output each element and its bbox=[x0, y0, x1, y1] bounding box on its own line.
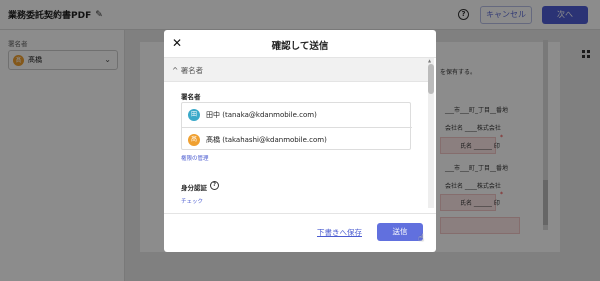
check-link[interactable]: チェック bbox=[181, 197, 203, 205]
send-button[interactable]: 送信 bbox=[377, 223, 423, 241]
modal-scroll-thumb[interactable] bbox=[428, 64, 434, 94]
list-item: 田 田中 (tanaka@kdanmobile.com) bbox=[182, 103, 412, 127]
signers-header: 署名者 bbox=[181, 93, 201, 101]
signer-text: 田中 (tanaka@kdanmobile.com) bbox=[206, 111, 317, 119]
signer-section-toggle[interactable]: ^ 署名者 bbox=[164, 58, 428, 82]
scroll-up-arrow-icon[interactable]: ▲ bbox=[428, 58, 431, 63]
modal-header: 確認して送信 ✕ bbox=[164, 30, 436, 58]
footer-divider bbox=[164, 213, 436, 214]
section-label-text: 署名者 bbox=[180, 66, 204, 75]
list-item: 髙 髙橋 (takahashi@kdanmobile.com) bbox=[182, 127, 412, 151]
chevron-up-icon: ^ bbox=[172, 66, 179, 75]
close-icon[interactable]: ✕ bbox=[172, 36, 182, 50]
confirm-send-modal: 確認して送信 ✕ ^ 署名者 署名者 田 田中 (tanaka@kdanmobi… bbox=[164, 30, 436, 252]
help-icon[interactable]: ? bbox=[210, 181, 219, 190]
hand-cursor-icon: ☝ bbox=[418, 233, 425, 244]
signer-text: 髙橋 (takahashi@kdanmobile.com) bbox=[206, 135, 327, 144]
modal-title: 確認して送信 bbox=[271, 41, 329, 52]
section-label: ^ 署名者 bbox=[172, 65, 203, 76]
signer-list: 田 田中 (tanaka@kdanmobile.com) 髙 髙橋 (takah… bbox=[181, 102, 412, 151]
avatar: 髙 bbox=[188, 133, 200, 146]
save-draft-link[interactable]: 下書きへ保存 bbox=[317, 227, 362, 238]
manage-permissions-link[interactable]: 権限の管理 bbox=[181, 154, 209, 162]
id-verification-label: 身分認証 bbox=[181, 184, 207, 192]
avatar: 田 bbox=[188, 109, 200, 121]
